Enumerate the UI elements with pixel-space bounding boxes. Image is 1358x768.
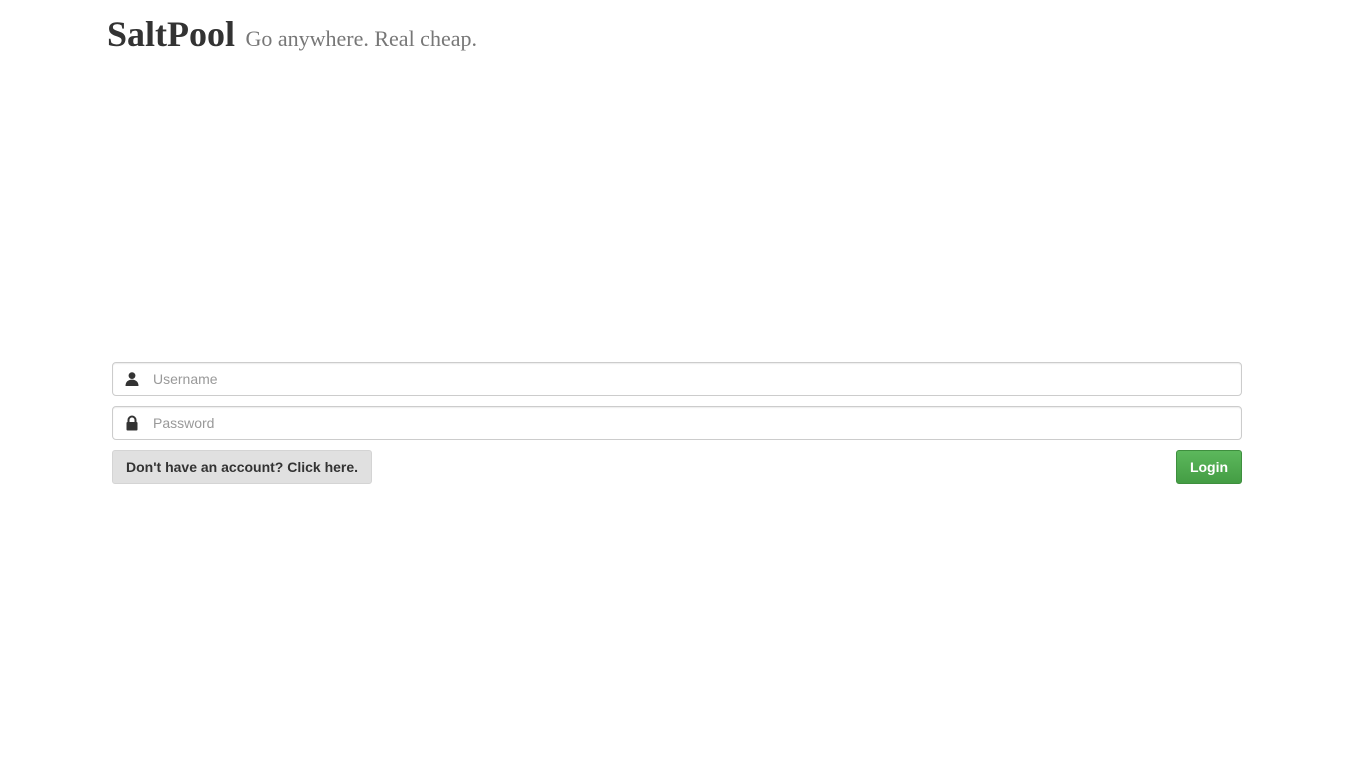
form-actions: Don't have an account? Click here. Login	[112, 450, 1242, 484]
username-field[interactable]	[112, 362, 1242, 396]
tagline: Go anywhere. Real cheap.	[245, 26, 477, 51]
login-button[interactable]: Login	[1176, 450, 1242, 484]
brand-logo[interactable]: SaltPool	[107, 14, 235, 54]
site-header: SaltPool Go anywhere. Real cheap.	[107, 16, 477, 52]
password-field[interactable]	[112, 406, 1242, 440]
lock-icon	[124, 415, 140, 431]
username-input[interactable]	[153, 363, 1233, 395]
signup-button[interactable]: Don't have an account? Click here.	[112, 450, 373, 484]
password-input[interactable]	[153, 407, 1233, 439]
user-icon	[124, 371, 140, 387]
login-form: Don't have an account? Click here. Login	[112, 362, 1242, 484]
